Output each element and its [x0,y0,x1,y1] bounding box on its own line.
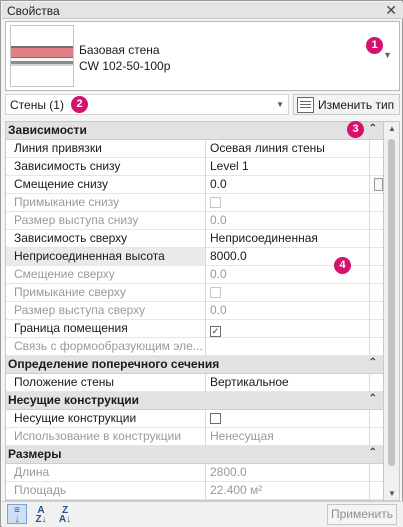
property-row[interactable]: Неприсоединенная высота 8000.0 [6,248,383,266]
instance-row: Стены (1) ▼ Изменить тип [5,94,400,115]
property-name: Связь с формообразующим эле... [6,338,206,356]
property-value: 0.0 [210,213,227,227]
sort-ascending-icon[interactable]: A Z↓ [31,504,51,525]
type-selector[interactable]: Базовая стена CW 102-50-100p ▼ [5,21,400,91]
property-value: 0.0 [210,303,227,317]
callout-badge-3: 3 [347,121,364,138]
property-value[interactable]: Level 1 [207,158,367,176]
collapse-icon[interactable]: ⌃ [369,357,377,368]
property-row[interactable]: Линия привязки Осевая линия стены [6,140,383,158]
type-name: CW 102-50-100p [79,59,171,73]
scroll-up-icon[interactable]: ▲ [388,124,396,133]
section-title: Зависимости [8,123,87,137]
property-name: Граница помещения [6,320,206,338]
property-value[interactable]: Осевая линия стены [207,140,367,158]
property-name: Примыкание сверху [6,284,206,302]
section-title: Определение поперечного сечения [8,357,220,371]
edit-type-icon [297,97,314,113]
group-sort-icon[interactable]: ≡ ↓ [7,504,27,525]
scroll-down-icon[interactable]: ▼ [388,489,396,498]
property-row[interactable]: Смещение снизу 0.0 [6,176,383,194]
property-row[interactable]: Зависимость сверху Неприсоединенная [6,230,383,248]
property-name: Несущие конструкции [6,410,206,428]
property-value[interactable]: Вертикальное [207,374,367,392]
section-dimensions[interactable]: Размеры ⌃ [6,446,383,464]
property-value: Ненесущая [210,429,274,443]
checkbox [210,197,221,208]
window-title: Свойства [7,4,60,18]
section-title: Несущие конструкции [8,393,139,407]
instance-filter-label: Стены (1) [10,98,64,112]
section-structural[interactable]: Несущие конструкции ⌃ [6,392,383,410]
property-value: 22.400 м² [210,483,263,497]
property-name: Положение стены [6,374,206,392]
property-name: Длина [6,464,206,482]
edit-type-button[interactable]: Изменить тип [293,94,400,115]
property-name: Смещение снизу [6,176,206,194]
property-row: Смещение сверху 0.0 [6,266,383,284]
callout-badge-4: 4 [334,257,351,274]
bottom-toolbar: ≡ ↓ A Z↓ Z A↓ Применить [2,501,403,527]
property-row: Длина 2800.0 [6,464,383,482]
property-row[interactable]: Несущие конструкции [6,410,383,428]
section-constraints[interactable]: Зависимости ⌃ [6,122,383,140]
property-name: Примыкание снизу [6,194,206,212]
property-name: Площадь [6,482,206,500]
property-row: Размер выступа сверху 0.0 [6,302,383,320]
property-name: Линия привязки [6,140,206,158]
collapse-icon[interactable]: ⌃ [369,447,377,458]
checkbox[interactable] [210,413,221,424]
property-name: Зависимость сверху [6,230,206,248]
apply-button[interactable]: Применить [327,504,397,525]
property-row: Размер выступа снизу 0.0 [6,212,383,230]
property-name: Размер выступа сверху [6,302,206,320]
instance-filter-dropdown[interactable]: Стены (1) ▼ [5,94,289,115]
scroll-thumb[interactable] [388,139,395,466]
property-name: Зависимость снизу [6,158,206,176]
chevron-down-icon: ▼ [276,100,284,109]
checkbox-checked[interactable]: ✓ [210,326,221,337]
property-name: Использование в конструкции [6,428,206,446]
properties-panel: Свойства ✕ Базовая стена CW 102-50-100p … [0,0,403,527]
section-title: Размеры [8,447,62,461]
property-name: Неприсоединенная высота [6,248,206,266]
property-value[interactable]: Неприсоединенная [207,230,367,248]
wall-type-preview-image [10,25,74,87]
chevron-down-icon[interactable]: ▼ [383,50,392,60]
title-bar: Свойства ✕ [2,2,403,19]
property-row: Использование в конструкции Ненесущая [6,428,383,446]
property-row: Примыкание сверху [6,284,383,302]
callout-badge-2: 2 [71,96,88,113]
property-row: Связь с формообразующим эле... [6,338,383,356]
property-row[interactable]: Зависимость снизу Level 1 [6,158,383,176]
collapse-icon[interactable]: ⌃ [369,393,377,404]
property-name: Смещение сверху [6,266,206,284]
collapse-icon[interactable]: ⌃ [369,123,377,134]
type-family-name: Базовая стена [79,43,160,57]
spinner-control[interactable] [374,178,383,191]
property-value[interactable]: 0.0 [207,176,367,194]
property-grid: Зависимости ⌃ Линия привязки Осевая лини… [5,121,384,501]
checkbox [210,287,221,298]
property-row: Примыкание снизу [6,194,383,212]
property-value: 2800.0 [210,465,247,479]
section-cross-section[interactable]: Определение поперечного сечения ⌃ [6,356,383,374]
vertical-scrollbar[interactable]: ▲ ▼ [384,121,400,501]
edit-type-label: Изменить тип [318,98,395,112]
property-name: Размер выступа снизу [6,212,206,230]
property-row: Площадь 22.400 м² [6,482,383,500]
close-icon[interactable]: ✕ [385,2,397,19]
property-row[interactable]: Положение стены Вертикальное [6,374,383,392]
sort-descending-icon[interactable]: Z A↓ [55,504,75,525]
callout-badge-1: 1 [366,37,383,54]
property-row[interactable]: Граница помещения ✓ [6,320,383,338]
